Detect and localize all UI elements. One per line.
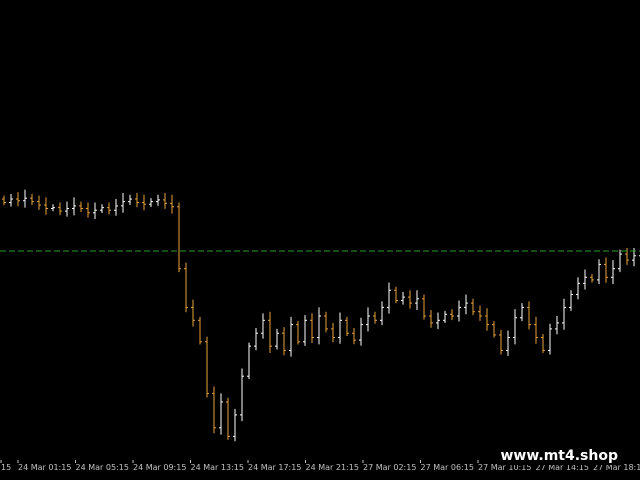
x-tick-label: 24 Mar 05:15 [76,463,129,472]
watermark-text: www.mt4.shop [498,447,620,465]
x-tick-label: 24 Mar 09:15 [133,463,186,472]
x-tick-label: 24 Mar 01:15 [18,463,71,472]
x-tick-label-partial: 15 [1,463,11,472]
x-tick-label: 24 Mar 13:15 [191,463,244,472]
x-tick-label: 27 Mar 06:15 [421,463,474,472]
price-chart[interactable]: 15 24 Mar 01:15 24 Mar 05:15 24 Mar 09:15 24… [0,0,640,480]
x-tick-label: 27 Mar 02:15 [363,463,416,472]
x-tick-label: 24 Mar 17:15 [248,463,301,472]
x-tick-label: 24 Mar 21:15 [306,463,359,472]
